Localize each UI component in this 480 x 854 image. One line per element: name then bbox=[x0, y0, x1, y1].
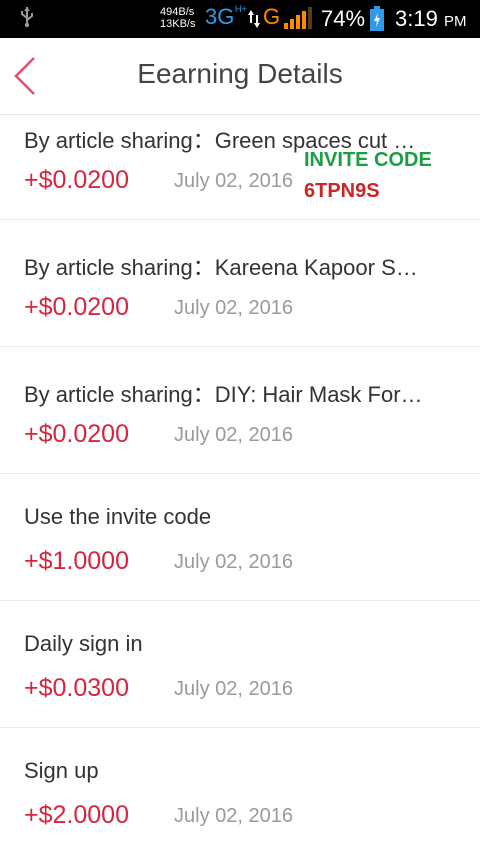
item-description: Sign up bbox=[24, 758, 99, 783]
item-date: July 02, 2016 bbox=[174, 170, 293, 192]
page-title: Eearning Details bbox=[137, 58, 343, 89]
item-date: July 02, 2016 bbox=[174, 297, 293, 319]
invite-code-value: 6TPN9S bbox=[304, 180, 380, 202]
clock: 3:19 PM bbox=[395, 6, 466, 32]
usb-icon bbox=[21, 7, 33, 28]
list-item[interactable]: By article sharing：Kareena Kapoor S… +$0… bbox=[0, 220, 480, 347]
network-3g-label: 3G bbox=[205, 4, 235, 29]
invite-code-overlay: INVITE CODE 6TPN9S bbox=[304, 149, 432, 203]
data-arrows-icon bbox=[248, 10, 260, 28]
network-hplus-label: H+ bbox=[235, 4, 247, 14]
app-header: Eearning Details bbox=[0, 38, 480, 115]
net-up-speed: 494B/s bbox=[160, 6, 195, 18]
clock-ampm: PM bbox=[443, 13, 467, 30]
list-item[interactable]: Sign up +$2.0000 July 02, 2016 bbox=[0, 728, 480, 854]
item-description: Use the invite code bbox=[24, 504, 212, 529]
list-item[interactable]: By article sharing：DIY: Hair Mask For… +… bbox=[0, 347, 480, 474]
battery-percent: 74% bbox=[321, 6, 366, 31]
item-description: By article sharing：DIY: Hair Mask For… bbox=[24, 382, 423, 407]
net-down-speed: 13KB/s bbox=[160, 18, 196, 30]
item-description: By article sharing：Kareena Kapoor S… bbox=[24, 255, 418, 280]
list-item[interactable]: Daily sign in +$0.0300 July 02, 2016 bbox=[0, 601, 480, 728]
item-date: July 02, 2016 bbox=[174, 678, 293, 700]
network-speed: 494B/s 13KB/s bbox=[160, 6, 195, 30]
invite-code-label: INVITE CODE bbox=[304, 149, 432, 171]
earning-list[interactable]: By article sharing：Green spaces cut … +$… bbox=[0, 115, 480, 854]
item-date: July 02, 2016 bbox=[174, 424, 293, 446]
item-amount: +$0.0300 bbox=[24, 674, 129, 702]
battery-icon bbox=[370, 6, 384, 31]
item-amount: +$0.0200 bbox=[24, 420, 129, 448]
item-date: July 02, 2016 bbox=[174, 551, 293, 573]
item-date: July 02, 2016 bbox=[174, 805, 293, 827]
clock-time: 3:19 bbox=[395, 6, 438, 31]
list-item[interactable]: Use the invite code +$1.0000 July 02, 20… bbox=[0, 474, 480, 601]
network-g-label: G bbox=[263, 4, 281, 29]
item-amount: +$2.0000 bbox=[24, 801, 129, 829]
signal-icon bbox=[284, 7, 312, 29]
status-bar: 494B/s 13KB/s 3G H+ G 74% 3:19 PM bbox=[0, 0, 480, 38]
item-amount: +$1.0000 bbox=[24, 547, 129, 575]
item-amount: +$0.0200 bbox=[24, 293, 129, 321]
item-description: Daily sign in bbox=[24, 631, 143, 656]
item-amount: +$0.0200 bbox=[24, 166, 129, 194]
